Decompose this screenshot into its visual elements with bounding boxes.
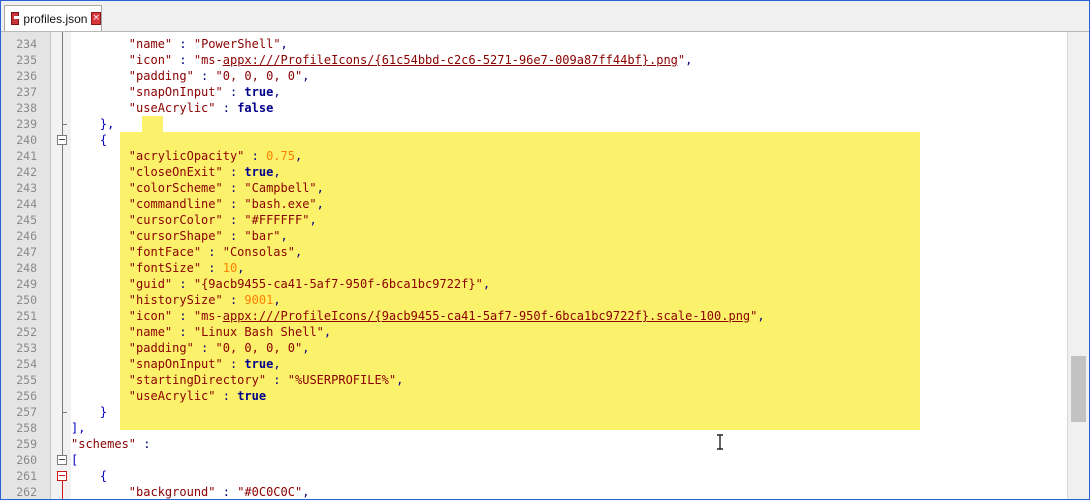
line-number: 248 [16,261,37,275]
code-line[interactable]: 257 } [1,404,1067,420]
code-line[interactable]: 242 "closeOnExit" : true, [1,164,1067,180]
code-line[interactable]: 236 "padding" : "0, 0, 0, 0", [1,68,1067,84]
code-line[interactable]: 239 }, [1,116,1067,132]
code-text: "fontSize" : 10, [128,261,245,275]
tab-profiles-json[interactable]: profiles.json × [4,5,102,31]
code-text: "schemes" : [71,437,151,451]
code-text: }, [99,117,115,131]
tab-bar: profiles.json × [1,1,1089,32]
code-line[interactable]: 261 { [1,468,1067,484]
code-text: { [99,469,108,483]
code-line[interactable]: 244 "commandline" : "bash.exe", [1,196,1067,212]
code-line[interactable]: 258], [1,420,1067,436]
code-text: "background" : "#0C0C0C", [128,485,310,499]
line-number: 259 [16,437,37,451]
line-number: 249 [16,277,37,291]
code-line[interactable]: 254 "snapOnInput" : true, [1,356,1067,372]
line-number: 236 [16,69,37,83]
code-editor[interactable]: 234 "name" : "PowerShell", 235 "icon" : "… [1,32,1067,499]
tab-label: profiles.json [23,11,88,26]
code-line[interactable]: 235 "icon" : "ms-appx:///ProfileIcons/{6… [1,52,1067,68]
code-text: "useAcrylic" : false [128,101,274,115]
code-text: [ [71,453,79,467]
code-line[interactable]: 234 "name" : "PowerShell", [1,36,1067,52]
line-number: 242 [16,165,37,179]
close-tab-icon[interactable]: × [91,12,101,25]
code-line[interactable]: 249 "guid" : "{9acb9455-ca41-5af7-950f-6… [1,276,1067,292]
line-number: 237 [16,85,37,99]
code-line[interactable]: 253 "padding" : "0, 0, 0, 0", [1,340,1067,356]
line-number: 238 [16,101,37,115]
line-number: 256 [16,389,37,403]
line-number: 261 [16,469,37,483]
code-line[interactable]: 237 "snapOnInput" : true, [1,84,1067,100]
code-text: "commandline" : "bash.exe", [128,197,324,211]
code-text: { [99,133,108,147]
text-cursor-icon [717,434,723,450]
code-text: "snapOnInput" : true, [128,357,281,371]
code-text: "cursorShape" : "bar", [128,229,288,243]
code-text: } [99,405,108,419]
line-number: 257 [16,405,37,419]
code-line[interactable]: 251 "icon" : "ms-appx:///ProfileIcons/{9… [1,308,1067,324]
code-line[interactable]: 256 "useAcrylic" : true [1,388,1067,404]
code-line[interactable]: 241 "acrylicOpacity" : 0.75, [1,148,1067,164]
code-text: "padding" : "0, 0, 0, 0", [128,69,310,83]
code-line[interactable]: 250 "historySize" : 9001, [1,292,1067,308]
code-text: "colorScheme" : "Campbell", [128,181,324,195]
code-line[interactable]: 240 { [1,132,1067,148]
code-line[interactable]: 238 "useAcrylic" : false [1,100,1067,116]
line-number: 253 [16,341,37,355]
code-line[interactable]: 247 "fontFace" : "Consolas", [1,244,1067,260]
code-text: "startingDirectory" : "%USERPROFILE%", [128,373,404,387]
code-text: "icon" : "ms-appx:///ProfileIcons/{9acb9… [128,309,765,323]
line-number: 252 [16,325,37,339]
code-line[interactable]: 255 "startingDirectory" : "%USERPROFILE%… [1,372,1067,388]
code-text: "useAcrylic" : true [128,389,267,403]
code-text: "cursorColor" : "#FFFFFF", [128,213,317,227]
code-line[interactable]: 246 "cursorShape" : "bar", [1,228,1067,244]
code-line[interactable]: 252 "name" : "Linux Bash Shell", [1,324,1067,340]
line-number: 239 [16,117,37,131]
file-icon [11,12,20,25]
code-text: "acrylicOpacity" : 0.75, [128,149,303,163]
code-line[interactable]: 259 "schemes" : [1,436,1067,452]
code-text: "name" : "Linux Bash Shell", [128,325,332,339]
code-line[interactable]: 245 "cursorColor" : "#FFFFFF", [1,212,1067,228]
line-number: 243 [16,181,37,195]
line-number: 234 [16,37,37,51]
code-text: "padding" : "0, 0, 0, 0", [128,341,310,355]
line-number: 240 [16,133,37,147]
code-text: "historySize" : 9001, [128,293,281,307]
line-number: 246 [16,229,37,243]
vertical-scrollbar[interactable] [1067,32,1089,499]
code-text: "icon" : "ms-appx:///ProfileIcons/{61c54… [128,53,693,67]
line-number: 247 [16,245,37,259]
line-number: 241 [16,149,37,163]
line-number: 255 [16,373,37,387]
code-text: "snapOnInput" : true, [128,85,281,99]
line-number: 262 [16,485,37,499]
code-text: "guid" : "{9acb9455-ca41-5af7-950f-6bca1… [128,277,491,291]
code-line[interactable]: 260 [ [1,452,1067,468]
line-number: 244 [16,197,37,211]
code-line[interactable]: 248 "fontSize" : 10, [1,260,1067,276]
code-line[interactable]: 262 "background" : "#0C0C0C", [1,484,1067,499]
line-number: 251 [16,309,37,323]
code-text: "closeOnExit" : true, [128,165,281,179]
line-number: 250 [16,293,37,307]
code-line[interactable]: 243 "colorScheme" : "Campbell", [1,180,1067,196]
line-number: 260 [16,453,37,467]
line-number: 258 [16,421,37,435]
scrollbar-thumb[interactable] [1071,356,1086,422]
line-number: 235 [16,53,37,67]
code-text: "fontFace" : "Consolas", [128,245,303,259]
line-number: 245 [16,213,37,227]
code-text: "name" : "PowerShell", [128,37,288,51]
line-number: 254 [16,357,37,371]
code-text: ], [71,421,86,435]
